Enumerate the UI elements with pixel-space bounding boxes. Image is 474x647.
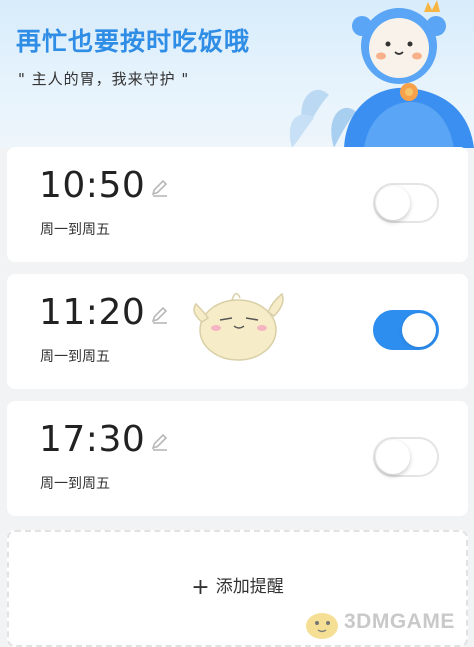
- pencil-icon[interactable]: [150, 304, 170, 324]
- watermark: 3DMGAME: [300, 600, 470, 644]
- alarm-repeat: 周一到周五: [40, 349, 110, 365]
- alarm-repeat: 周一到周五: [40, 222, 110, 238]
- add-reminder-content: + 添加提醒: [9, 572, 466, 600]
- page-title: 再忙也要按时吃饭哦: [16, 27, 251, 56]
- alarm-card[interactable]: 10:50 周一到周五: [7, 147, 468, 262]
- alarm-time: 10:50: [39, 165, 146, 206]
- alarm-card[interactable]: 17:30 周一到周五: [7, 401, 468, 516]
- alarm-time: 17:30: [39, 419, 146, 460]
- alarm-time: 11:20: [39, 292, 146, 333]
- pencil-icon[interactable]: [150, 177, 170, 197]
- alarm-toggle[interactable]: [373, 437, 439, 477]
- alarm-toggle[interactable]: [373, 183, 439, 223]
- header-banner: 再忙也要按时吃饭哦 " 主人的胃，我来守护 ": [0, 0, 474, 148]
- watermark-logo-icon: [306, 613, 338, 639]
- mascot-illustration: [289, 0, 474, 148]
- alarm-repeat: 周一到周五: [40, 476, 110, 492]
- page-subtitle: " 主人的胃，我来守护 ": [18, 70, 190, 88]
- plus-icon: +: [191, 575, 210, 600]
- chick-sticker-icon: [193, 292, 284, 361]
- watermark-text: 3DMGAME: [344, 610, 455, 633]
- pencil-icon[interactable]: [150, 431, 170, 451]
- toggle-knob: [376, 440, 410, 474]
- toggle-knob: [402, 313, 436, 347]
- alarm-toggle[interactable]: [373, 310, 439, 350]
- toggle-knob: [376, 186, 410, 220]
- add-reminder-label: 添加提醒: [215, 577, 284, 597]
